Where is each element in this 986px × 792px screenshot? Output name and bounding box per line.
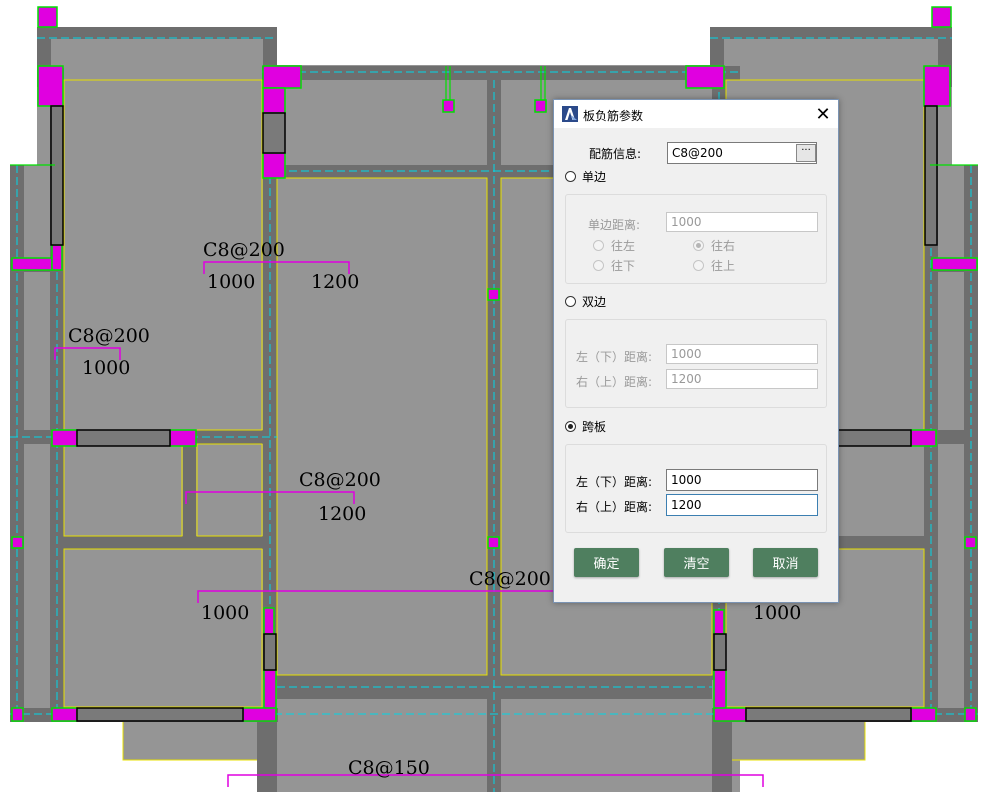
rebar-annotation: C8@150 — [348, 757, 430, 779]
span-left-distance-input[interactable] — [666, 469, 818, 491]
app-logo-icon — [562, 106, 578, 122]
radio-selected-dot — [568, 424, 573, 429]
close-icon: ✕ — [815, 103, 831, 125]
double-right-distance-label: 右（上）距离: — [576, 375, 653, 389]
span-right-distance-input[interactable] — [666, 494, 818, 516]
rebar-annotation: 1200 — [318, 503, 366, 525]
radio-selected-dot — [696, 243, 701, 248]
ellipsis-icon: ··· — [801, 145, 811, 156]
double-side-radio[interactable] — [565, 296, 576, 307]
clear-button[interactable]: 清空 — [664, 548, 729, 577]
direction-down-radio[interactable] — [593, 260, 604, 271]
direction-left-radio[interactable] — [593, 240, 604, 251]
rebar-annotation: C8@200 — [299, 469, 381, 491]
single-distance-input[interactable] — [666, 212, 818, 232]
dialog-title: 板负筋参数 — [583, 109, 644, 123]
slab-negative-rebar-dialog[interactable]: 板负筋参数 ✕ 配筋信息: ··· 单边 单边距离: 往左 往右 往下 往上 双… — [553, 99, 839, 603]
cancel-button[interactable]: 取消 — [753, 548, 818, 577]
span-right-distance-label: 右（上）距离: — [576, 500, 653, 514]
direction-up-radio[interactable] — [693, 260, 704, 271]
double-side-label: 双边 — [582, 295, 607, 309]
single-side-radio[interactable] — [565, 171, 576, 182]
close-button[interactable]: ✕ — [808, 100, 838, 128]
direction-down-label: 往下 — [611, 259, 636, 273]
direction-left-label: 往左 — [611, 239, 636, 253]
rebar-annotation: 1000 — [201, 602, 249, 624]
span-left-distance-label: 左（下）距离: — [576, 475, 653, 489]
rebar-info-label: 配筋信息: — [589, 147, 642, 161]
direction-right-label: 往右 — [711, 239, 736, 253]
rebar-annotation: C8@200 — [469, 568, 551, 590]
rebar-info-input[interactable] — [667, 142, 817, 164]
single-side-label: 单边 — [582, 170, 607, 184]
span-radio[interactable] — [565, 421, 576, 432]
direction-up-label: 往上 — [711, 259, 736, 273]
double-right-distance-input[interactable] — [666, 369, 818, 389]
span-label: 跨板 — [582, 420, 607, 434]
rebar-annotation: C8@200 — [203, 239, 285, 261]
rebar-info-browse-button[interactable]: ··· — [796, 144, 816, 162]
double-left-distance-label: 左（下）距离: — [576, 350, 653, 364]
rebar-annotation: 1000 — [753, 602, 801, 624]
rebar-annotation: 1200 — [311, 271, 359, 293]
rebar-annotation: 1000 — [207, 271, 255, 293]
direction-right-radio[interactable] — [693, 240, 704, 251]
rebar-annotation: C8@200 — [68, 325, 150, 347]
dialog-title-bar[interactable]: 板负筋参数 ✕ — [554, 100, 838, 128]
ok-button[interactable]: 确定 — [574, 548, 639, 577]
single-distance-label: 单边距离: — [588, 218, 641, 232]
double-left-distance-input[interactable] — [666, 344, 818, 364]
rebar-annotation: 1000 — [82, 357, 130, 379]
